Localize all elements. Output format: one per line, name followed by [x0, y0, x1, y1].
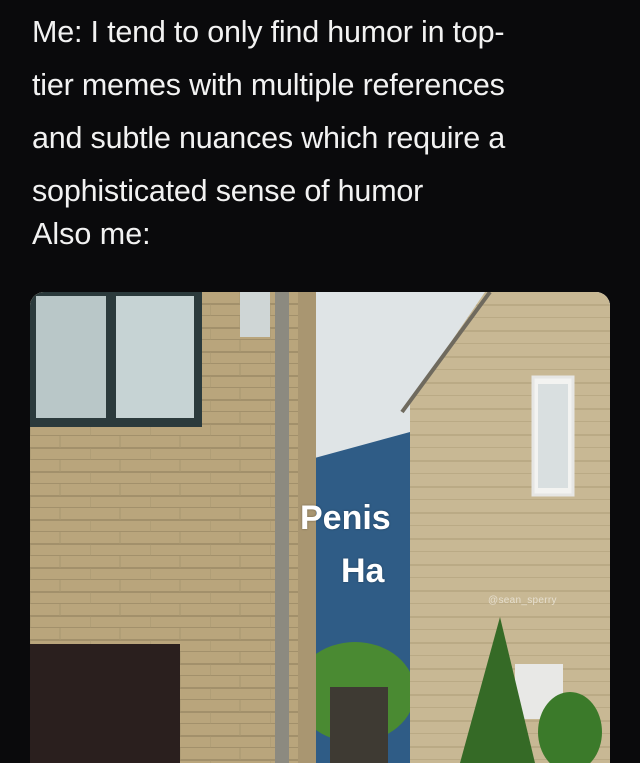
caption-line: tier memes with multiple references: [32, 68, 505, 102]
sign-text-line1: Penis: [300, 499, 391, 537]
also-me-text: Also me:: [32, 217, 151, 251]
sign-text-line2: Ha: [341, 552, 385, 590]
caption-line: sophisticated sense of humor: [32, 174, 424, 208]
door: [30, 644, 180, 763]
meme-caption: Me: I tend to only find humor in top- ti…: [32, 6, 612, 218]
caption-line: Me: I tend to only find humor in top-: [32, 15, 505, 49]
fence: [330, 687, 388, 763]
meme-photo: Penis Ha @sean_sperry: [30, 292, 610, 763]
caption-line: and subtle nuances which require a: [32, 121, 506, 155]
drainpipe: [275, 292, 289, 763]
watermark: @sean_sperry: [488, 595, 557, 606]
